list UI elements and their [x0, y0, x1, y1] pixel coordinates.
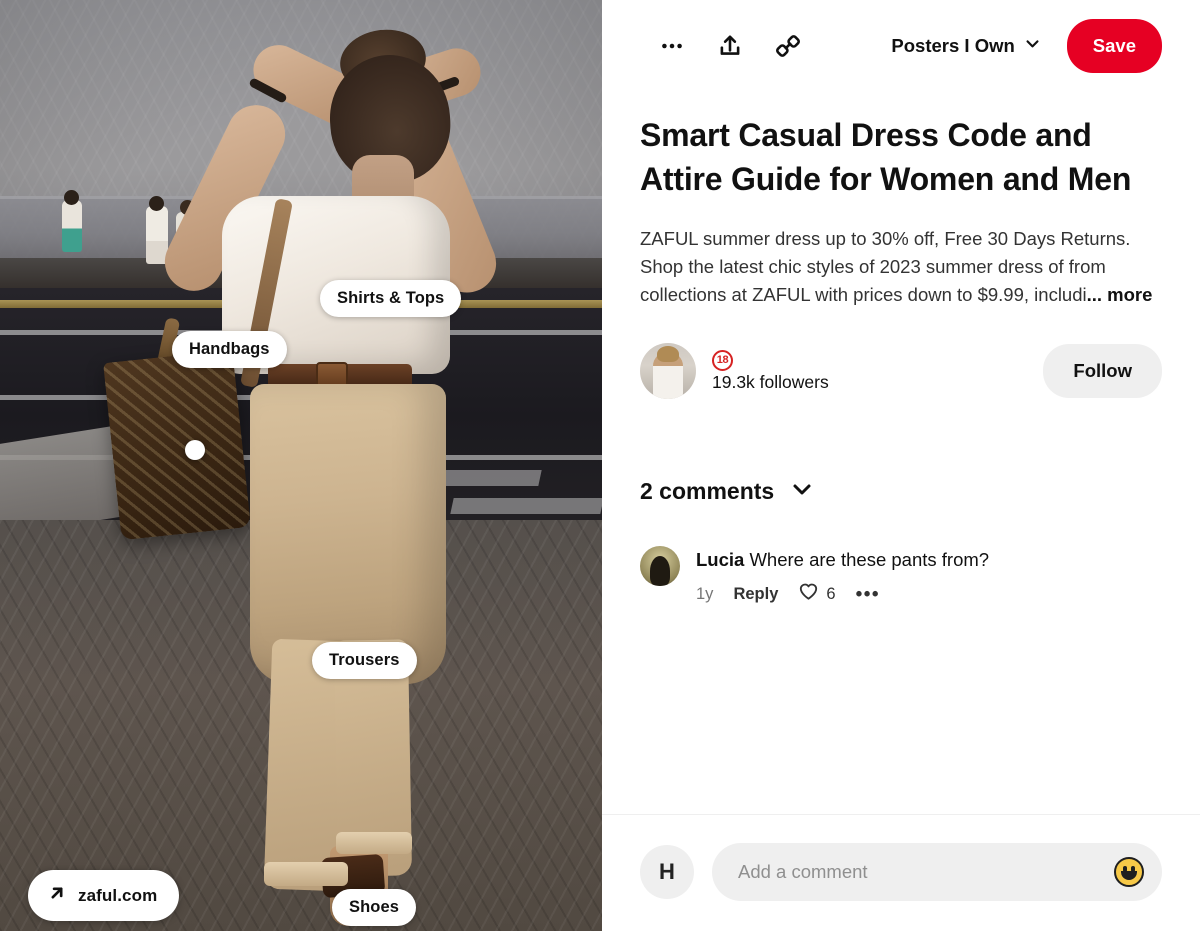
age-18-badge-icon: 18 — [712, 349, 733, 371]
background-person — [62, 200, 82, 252]
pin-image-pane[interactable]: Shirts & Tops Handbags Trousers Shoes za… — [0, 0, 602, 931]
more-options-icon[interactable] — [648, 24, 696, 68]
product-tag-shirts-tops[interactable]: Shirts & Tops — [320, 280, 462, 317]
crosswalk-stripe — [450, 498, 602, 514]
product-tag-label: Shoes — [349, 898, 400, 916]
current-user-avatar[interactable]: H — [640, 845, 694, 899]
board-selector[interactable]: Posters I Own — [887, 29, 1044, 63]
share-upload-icon[interactable] — [706, 24, 754, 68]
product-tag-label: Trousers — [329, 651, 400, 669]
creator-row: 18 19.3k followers Follow — [640, 343, 1162, 400]
follow-button[interactable]: Follow — [1043, 344, 1162, 399]
comments-header[interactable]: 2 comments — [640, 477, 1162, 506]
pin-description: ZAFUL summer dress up to 30% off, Free 3… — [640, 225, 1162, 309]
comment-timestamp: 1y — [696, 584, 714, 603]
comment-input[interactable] — [738, 861, 1104, 883]
product-tag-shoes[interactable]: Shoes — [332, 889, 417, 926]
background-person-head — [64, 190, 79, 205]
creator-avatar[interactable] — [640, 343, 696, 400]
comment-composer: H — [602, 814, 1200, 931]
background-person-head — [149, 196, 164, 211]
pin-detail-pane: Posters I Own Save zaful.com Smart Casua… — [602, 0, 1200, 931]
product-tag-handbags[interactable]: Handbags — [172, 331, 287, 368]
comment-author-avatar[interactable] — [640, 546, 680, 587]
pin-description-text: ZAFUL summer dress up to 30% off, Free 3… — [640, 228, 1131, 306]
comment-like-count: 6 — [826, 584, 836, 603]
comment-reply-button[interactable]: Reply — [733, 585, 778, 604]
trouser-cuff — [336, 832, 412, 854]
comment-text: Where are these pants from? — [749, 549, 990, 571]
pin-title: Smart Casual Dress Code and Attire Guide… — [640, 117, 1132, 197]
creator-name[interactable]: 18 — [712, 349, 829, 371]
board-selector-label: Posters I Own — [891, 35, 1015, 56]
heart-icon — [798, 581, 819, 607]
comment-input-wrapper[interactable] — [712, 843, 1162, 901]
comments-count-label: 2 comments — [640, 478, 775, 505]
save-button[interactable]: Save — [1066, 19, 1162, 73]
comment-text-line: Lucia Where are these pants from? — [696, 548, 989, 573]
comment-author-name[interactable]: Lucia — [696, 549, 744, 570]
link-chain-icon[interactable] — [764, 24, 812, 68]
trouser-cuff — [264, 862, 348, 886]
arrow-up-right-icon — [47, 883, 67, 908]
product-hotspot-dot[interactable] — [185, 440, 205, 460]
comment-actions: 1y Reply 6 ••• — [696, 581, 989, 607]
pin-action-bar: Posters I Own Save — [602, 0, 1200, 92]
pin-detail-screen: Shirts & Tops Handbags Trousers Shoes za… — [0, 0, 1200, 931]
chevron-down-icon — [1024, 35, 1041, 57]
comment-body: Lucia Where are these pants from? 1y Rep… — [696, 546, 989, 607]
source-domain-link[interactable]: zaful.com — [640, 92, 708, 94]
pin-detail-scroll: zaful.com Smart Casual Dress Code and At… — [602, 92, 1200, 814]
product-tag-label: Handbags — [189, 340, 270, 358]
comment-more-options-icon[interactable]: ••• — [856, 585, 880, 603]
product-tag-trousers[interactable]: Trousers — [312, 642, 417, 679]
creator-meta: 18 19.3k followers — [712, 349, 829, 393]
pin-description-more-link[interactable]: ... more — [1087, 284, 1153, 305]
chevron-down-icon[interactable] — [790, 477, 814, 506]
comment-like-button[interactable]: 6 — [798, 581, 836, 607]
product-tag-label: Shirts & Tops — [337, 289, 445, 307]
pin-photo — [0, 0, 602, 931]
smiley-face-icon[interactable] — [1114, 857, 1144, 887]
monogram-handbag — [103, 349, 251, 541]
creator-followers: 19.3k followers — [712, 372, 829, 393]
source-website-label: zaful.com — [78, 885, 158, 905]
source-website-badge[interactable]: zaful.com — [28, 870, 180, 921]
comment-item: Lucia Where are these pants from? 1y Rep… — [640, 546, 1162, 607]
